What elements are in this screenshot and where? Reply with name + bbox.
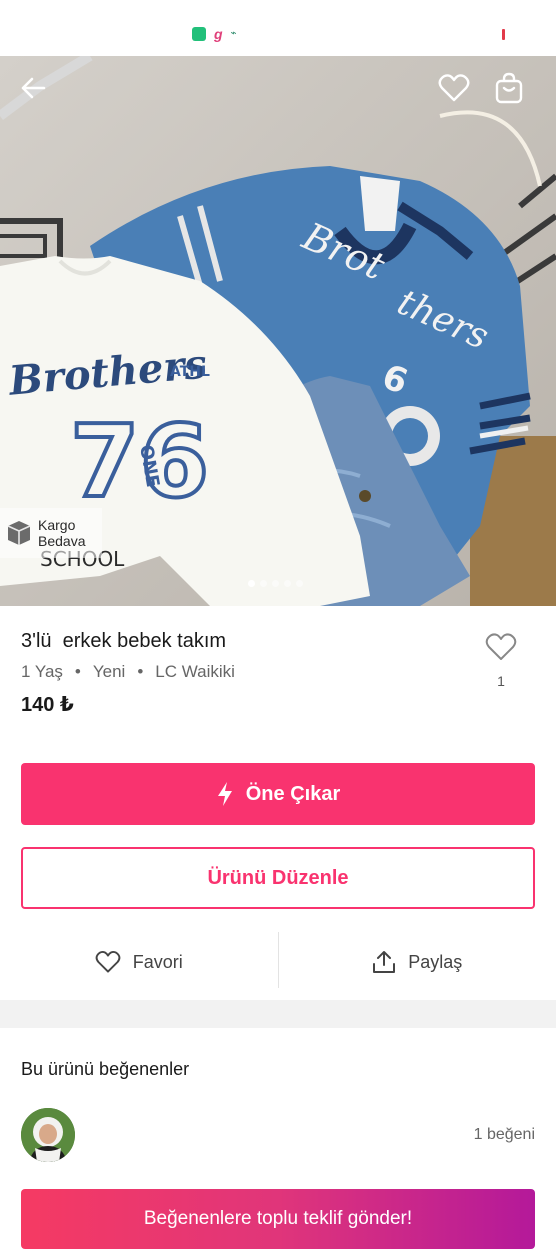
status-bar: g ⌁	[0, 0, 556, 56]
edit-product-button-label: Ürünü Düzenle	[207, 867, 348, 890]
pagination-dot[interactable]	[284, 580, 291, 587]
edit-product-button[interactable]: Ürünü Düzenle	[21, 847, 535, 909]
share-action[interactable]: Paylaş	[279, 932, 556, 992]
product-price: 140 ₺	[21, 692, 74, 717]
box-icon	[6, 519, 32, 547]
likers-section: Bu ürünü beğenenler 1 beğeni Beğenenlere…	[0, 1028, 556, 1235]
user-avatar-image	[21, 1108, 75, 1162]
svg-text:ATHL: ATHL	[170, 364, 210, 380]
bulk-offer-button-label: Beğenenlere toplu teklif gönder!	[144, 1208, 412, 1230]
heart-icon	[485, 632, 517, 662]
promote-button-label: Öne Çıkar	[246, 783, 340, 806]
app-notification-icon: g	[214, 27, 223, 41]
promote-button[interactable]: Öne Çıkar	[21, 763, 535, 825]
lightning-icon	[216, 781, 234, 807]
product-info: 3'lü erkek bebek takım 1 Yaş • Yeni • LC…	[0, 606, 556, 1000]
meta-separator: •	[75, 662, 81, 682]
shopping-bag-icon	[495, 72, 523, 104]
pagination-dot[interactable]	[272, 580, 279, 587]
app-notification-icon: ⌁	[231, 27, 237, 41]
product-age: 1 Yaş	[21, 662, 63, 682]
favorite-button[interactable]	[432, 66, 476, 110]
cart-button[interactable]	[487, 66, 531, 110]
share-icon	[372, 950, 396, 974]
like-count: 1	[481, 673, 521, 689]
avatar[interactable]	[21, 1108, 75, 1162]
badge-line-2: Bedava	[38, 533, 85, 549]
pagination-dot[interactable]	[296, 580, 303, 587]
heart-icon	[438, 73, 470, 103]
likes-count-text: 1 beğeni	[474, 1126, 535, 1144]
product-title: 3'lü erkek bebek takım	[21, 630, 226, 653]
favorite-action[interactable]: Favori	[0, 932, 278, 992]
free-shipping-badge: Kargo Bedava	[0, 508, 102, 558]
gallery-pagination	[248, 580, 303, 587]
badge-line-1: Kargo	[38, 517, 85, 533]
section-separator	[0, 1000, 556, 1028]
action-bar: Favori Paylaş	[0, 932, 556, 992]
pagination-dot[interactable]	[248, 580, 255, 587]
back-button[interactable]	[11, 66, 55, 110]
heart-icon	[95, 950, 121, 974]
product-brand[interactable]: LC Waikiki	[155, 662, 235, 682]
like-toggle[interactable]: 1	[481, 632, 521, 689]
app-notification-icon	[192, 27, 206, 41]
status-indicator	[502, 29, 505, 40]
product-image-gallery[interactable]: Brot thers 6 Brothers 76 ATHL ONE SCHOOL	[0, 56, 556, 606]
product-meta: 1 Yaş • Yeni • LC Waikiki	[21, 662, 235, 682]
bulk-offer-button[interactable]: Beğenenlere toplu teklif gönder!	[21, 1189, 535, 1249]
status-bar-app-icons: g ⌁	[192, 27, 237, 41]
likers-title: Bu ürünü beğenenler	[21, 1059, 189, 1080]
meta-separator: •	[137, 662, 143, 682]
arrow-left-icon	[20, 75, 46, 101]
share-action-label: Paylaş	[408, 952, 462, 973]
product-condition: Yeni	[93, 662, 125, 682]
pagination-dot[interactable]	[260, 580, 267, 587]
favorite-action-label: Favori	[133, 952, 183, 973]
